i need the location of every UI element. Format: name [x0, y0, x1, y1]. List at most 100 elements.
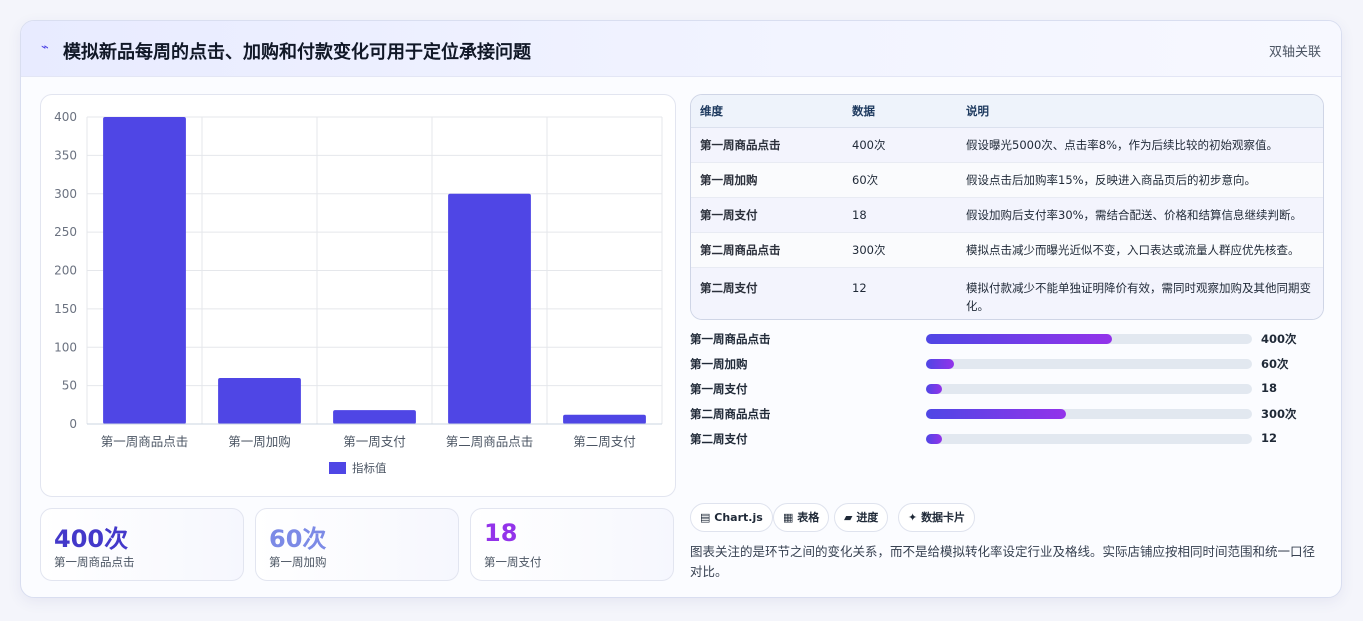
table-header-row: 维度 数据 说明 [691, 95, 1323, 128]
kpi-card: 400次第一周商品点击 [40, 508, 244, 581]
progress-fill [926, 384, 943, 394]
progress-track [926, 359, 1252, 369]
x-tick-label: 第二周商品点击 [446, 434, 534, 449]
bar [218, 377, 301, 424]
chip-label: Chart.js [714, 511, 763, 524]
sparkle-icon: ✦ [908, 511, 918, 524]
table-cell: 第二周商品点击 [691, 232, 843, 268]
y-tick-label: 250 [54, 225, 77, 239]
table-cell: 模拟付款减少不能单独证明降价有效，需同时观察加购及其他同期变化。 [957, 267, 1323, 319]
progress-label: 第二周支付 [690, 432, 748, 446]
x-tick-label: 第一周支付 [343, 434, 406, 449]
table-cell: 第一周加购 [691, 162, 843, 198]
table-row: 第一周支付 18 假设加购后支付率30%，需结合配送、价格和结算信息继续判断。 [691, 197, 1323, 233]
y-tick-label: 0 [69, 417, 77, 431]
progress-track [926, 334, 1252, 344]
table-row: 第一周商品点击 400次 假设曝光5000次、点击率8%，作为后续比较的初始观察… [691, 127, 1323, 163]
tag-chip[interactable]: ▦ 表格 [773, 503, 830, 532]
table-cell: 300次 [843, 232, 957, 268]
progress-value: 300次 [1261, 407, 1297, 421]
progress-row: 第一周加购 60次 [690, 354, 1330, 374]
progress-row: 第一周商品点击 400次 [690, 329, 1330, 349]
legend-swatch[interactable] [329, 462, 346, 474]
y-tick-label: 100 [54, 340, 77, 354]
legend-label[interactable]: 指标值 [352, 461, 387, 475]
table-cell: 400次 [843, 127, 957, 163]
table-row: 第二周商品点击 300次 模拟点击减少而曝光近似不变，入口表达或流量人群应优先核… [691, 232, 1323, 268]
page-title: 模拟新品每周的点击、加购和付款变化可用于定位承接问题 [63, 42, 531, 63]
tag-chip[interactable]: ✦ 数据卡片 [898, 503, 976, 532]
footnote: 图表关注的是环节之间的变化关系，而不是给模拟转化率设定行业及格线。实际店铺应按相… [690, 544, 1316, 579]
table-header-cell: 维度 [691, 95, 843, 128]
x-tick-label: 第二周支付 [573, 434, 636, 449]
kpi-label: 第一周商品点击 [54, 555, 135, 569]
progress-label: 第一周加购 [690, 357, 748, 371]
kpi-card: 18 第一周支付 [470, 508, 674, 581]
progress-icon: ▰ [844, 511, 853, 524]
bar [103, 117, 186, 424]
x-tick-label: 第一周加购 [228, 434, 291, 449]
table-cell: 第一周支付 [691, 197, 843, 233]
bar-chart-panel: 0 50 100 150 200 250 300 350 400 第一周商品点击 第一周加购 第一周支… [40, 94, 676, 497]
tag-chip[interactable]: ▤ Chart.js [690, 503, 773, 532]
chart-line-icon: ⌁ [41, 40, 49, 55]
y-tick-label: 200 [54, 264, 77, 278]
chip-label: 进度 [856, 511, 879, 524]
card-header: ⌁ 模拟新品每周的点击、加购和付款变化可用于定位承接问题 双轴关联 [21, 21, 1341, 77]
bar [448, 193, 531, 424]
progress-value: 12 [1261, 431, 1278, 445]
progress-row: 第二周商品点击 300次 [690, 404, 1330, 424]
y-tick-label: 150 [54, 302, 77, 316]
y-tick-label: 50 [62, 379, 77, 393]
bar-chart: 0 50 100 150 200 250 300 350 400 第一周商品点击 第一周加购 第一周支… [54, 110, 663, 475]
table-cell: 假设加购后支付率30%，需结合配送、价格和结算信息继续判断。 [957, 197, 1323, 233]
kpi-value: 18 [484, 519, 518, 547]
dashboard-card: ⌁ 模拟新品每周的点击、加购和付款变化可用于定位承接问题 双轴关联 0 50 100… [20, 20, 1342, 598]
y-tick-label: 350 [54, 148, 77, 162]
table-row: 第一周加购 60次 假设点击后加购率15%，反映进入商品页后的初步意向。 [691, 162, 1323, 198]
progress-row: 第二周支付 12 [690, 429, 1330, 449]
progress-fill [926, 359, 954, 369]
table-cell: 第二周支付 [691, 267, 843, 319]
progress-track [926, 409, 1252, 419]
progress-fill [926, 334, 1113, 344]
chip-label: 表格 [797, 511, 820, 524]
progress-fill [926, 409, 1066, 419]
table-cell: 假设曝光5000次、点击率8%，作为后续比较的初始观察值。 [957, 127, 1323, 163]
kpi-value: 60次 [269, 525, 327, 553]
tag-chip[interactable]: ▰ 进度 [834, 503, 889, 532]
y-tick-label: 400 [54, 110, 77, 124]
table-row: 第二周支付 12 模拟付款减少不能单独证明降价有效，需同时观察加购及其他同期变化… [691, 267, 1323, 319]
kpi-card: 60次第一周加购 [255, 508, 459, 581]
kpi-value: 400次 [54, 525, 129, 553]
table-cell: 60次 [843, 162, 957, 198]
header-tag: 双轴关联 [1268, 45, 1321, 60]
progress-label: 第二周商品点击 [690, 407, 771, 421]
table-cell: 假设点击后加购率15%，反映进入商品页后的初步意向。 [957, 162, 1323, 198]
table-cell: 12 [843, 267, 957, 319]
kpi-label: 第一周支付 [484, 555, 542, 569]
table-cell: 18 [843, 197, 957, 233]
table-header-cell: 说明 [957, 95, 1323, 128]
progress-fill [926, 434, 943, 444]
progress-value: 18 [1261, 381, 1278, 395]
progress-value: 400次 [1261, 332, 1297, 346]
progress-track [926, 384, 1252, 394]
progress-row: 第一周支付 18 [690, 379, 1330, 399]
progress-label: 第一周商品点击 [690, 332, 771, 346]
chip-label: 数据卡片 [921, 511, 966, 524]
progress-label: 第一周支付 [690, 382, 748, 396]
table-cell: 模拟点击减少而曝光近似不变，入口表达或流量人群应优先核查。 [957, 232, 1323, 268]
table-cell: 第一周商品点击 [691, 127, 843, 163]
bar [333, 410, 416, 424]
x-tick-label: 第一周商品点击 [101, 434, 189, 449]
table-header-cell: 数据 [843, 95, 957, 128]
table-icon: ▦ [783, 511, 794, 524]
bar [563, 414, 646, 424]
data-table: 维度 数据 说明 第一周商品点击 400次 假设曝光5000次、点击率8%，作为… [690, 94, 1324, 320]
kpi-label: 第一周加购 [269, 555, 327, 569]
progress-value: 60次 [1261, 357, 1289, 371]
y-tick-label: 300 [54, 187, 77, 201]
progress-track [926, 434, 1252, 444]
chart-icon: ▤ [700, 511, 711, 524]
